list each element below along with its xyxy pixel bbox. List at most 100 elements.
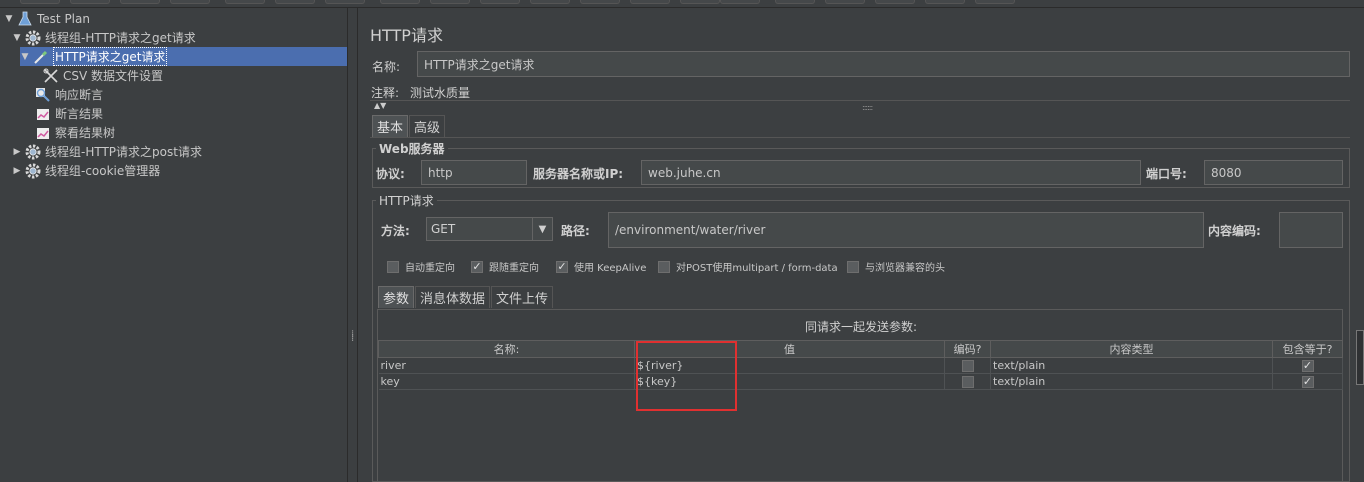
checkbox[interactable]: ✓ bbox=[471, 260, 483, 273]
tree-item-label: 线程组-HTTP请求之post请求 bbox=[45, 145, 202, 159]
column-header-name[interactable]: 名称: bbox=[378, 340, 635, 358]
comment-field[interactable]: 测试水质量 bbox=[410, 84, 470, 101]
toolbar-button[interactable] bbox=[325, 0, 365, 4]
method-select[interactable]: GET ▼ bbox=[426, 217, 553, 241]
column-header-encode[interactable]: 编码? bbox=[944, 340, 991, 358]
option-label: 自动重定向 bbox=[405, 263, 455, 274]
toolbar-button[interactable] bbox=[580, 0, 620, 4]
toolbar-button[interactable] bbox=[680, 0, 720, 4]
toolbar-button[interactable] bbox=[720, 0, 760, 4]
tab-body-data[interactable]: 消息体数据 bbox=[415, 286, 491, 308]
param-content-type[interactable]: text/plain bbox=[990, 373, 1273, 390]
toolbar-button[interactable] bbox=[775, 0, 815, 4]
scrollbar-edge[interactable] bbox=[1356, 330, 1364, 385]
page-title: HTTP请求 bbox=[370, 26, 443, 45]
tree-item-label: Test Plan bbox=[37, 11, 90, 26]
server-field[interactable]: web.juhe.cn bbox=[641, 160, 1141, 185]
toolbar-button[interactable] bbox=[825, 0, 865, 4]
gear-icon bbox=[24, 29, 42, 46]
expand-arrow-icon[interactable]: ▼ bbox=[4, 14, 14, 24]
encoding-field[interactable] bbox=[1279, 212, 1343, 248]
option-multipart[interactable]: 对POST使用multipart / form-data bbox=[658, 259, 838, 274]
tab-basic[interactable]: 基本 bbox=[372, 115, 409, 137]
tree-item-thread-group-get[interactable]: ▼ 线程组-HTTP请求之get请求 bbox=[12, 28, 196, 47]
checkbox[interactable] bbox=[961, 376, 974, 388]
tree-item-view-results-tree[interactable]: 察看结果树 bbox=[22, 123, 115, 142]
column-header-value[interactable]: 值 bbox=[634, 340, 945, 358]
param-include-equals[interactable]: ✓ bbox=[1272, 357, 1343, 374]
option-browser-headers[interactable]: 与浏览器兼容的头 bbox=[847, 259, 945, 274]
toolbar-button[interactable] bbox=[380, 0, 420, 4]
expand-arrow-icon[interactable]: ▼ bbox=[20, 52, 30, 62]
table-row[interactable]: river ${river} text/plain ✓ bbox=[378, 357, 1343, 374]
protocol-label: 协议: bbox=[376, 167, 405, 181]
option-auto-redirect[interactable]: 自动重定向 bbox=[387, 259, 455, 274]
toolbar-button[interactable] bbox=[430, 0, 470, 4]
path-field[interactable]: /environment/water/river bbox=[608, 212, 1204, 248]
checkbox[interactable] bbox=[847, 260, 859, 273]
toolbar-button[interactable] bbox=[70, 0, 110, 4]
option-label: 跟随重定向 bbox=[489, 263, 539, 274]
collapse-arrows-icon[interactable]: ▲▼ bbox=[374, 101, 386, 110]
resize-grip-icon[interactable]: :::::: bbox=[862, 103, 873, 112]
panel-splitter[interactable]: ⁞ ⁞ bbox=[349, 8, 358, 482]
tree-item-thread-group-post[interactable]: ▶ 线程组-HTTP请求之post请求 bbox=[12, 142, 202, 161]
tab-advanced[interactable]: 高级 bbox=[409, 115, 446, 137]
toolbar-button[interactable] bbox=[170, 0, 210, 4]
tree-item-response-assertion[interactable]: 响应断言 bbox=[22, 85, 103, 104]
column-header-content-type[interactable]: 内容类型 bbox=[990, 340, 1273, 358]
tree-item-label: 线程组-cookie管理器 bbox=[45, 164, 161, 178]
table-row[interactable]: key ${key} text/plain ✓ bbox=[378, 373, 1343, 390]
tab-file-upload[interactable]: 文件上传 bbox=[491, 286, 554, 308]
protocol-field[interactable]: http bbox=[421, 160, 527, 185]
toolbar-button[interactable] bbox=[630, 0, 670, 4]
checkbox[interactable]: ✓ bbox=[1301, 376, 1314, 388]
tab-parameters[interactable]: 参数 bbox=[378, 286, 415, 308]
toolbar-button[interactable] bbox=[480, 0, 520, 4]
name-field[interactable]: HTTP请求之get请求 bbox=[417, 51, 1350, 77]
expand-arrow-icon[interactable]: ▶ bbox=[12, 166, 22, 176]
toolbar-button[interactable] bbox=[120, 0, 160, 4]
method-label: 方法: bbox=[381, 224, 410, 238]
option-follow-redirect[interactable]: ✓ 跟随重定向 bbox=[471, 259, 539, 274]
expand-arrow-icon[interactable]: ▼ bbox=[12, 33, 22, 43]
tree-item-label: 察看结果树 bbox=[55, 126, 116, 140]
param-encode[interactable] bbox=[944, 373, 991, 390]
toolbar-button[interactable] bbox=[20, 0, 60, 4]
checkbox[interactable] bbox=[387, 260, 399, 273]
chevron-down-icon[interactable]: ▼ bbox=[532, 218, 552, 240]
http-request-group-title: HTTP请求 bbox=[376, 192, 437, 209]
param-include-equals[interactable]: ✓ bbox=[1272, 373, 1343, 390]
checkbox[interactable]: ✓ bbox=[1301, 360, 1314, 372]
option-keepalive[interactable]: ✓ 使用 KeepAlive bbox=[556, 259, 646, 274]
toolbar-button[interactable] bbox=[975, 0, 1015, 4]
tree-item-http-get[interactable]: ▼ HTTP请求之get请求 bbox=[20, 47, 347, 66]
toolbar-button[interactable] bbox=[925, 0, 965, 4]
param-name[interactable]: river bbox=[378, 357, 635, 374]
port-field[interactable]: 8080 bbox=[1204, 160, 1343, 185]
param-content-type[interactable]: text/plain bbox=[990, 357, 1273, 374]
toolbar-button[interactable] bbox=[530, 0, 570, 4]
tree-item-assertion-results[interactable]: 断言结果 bbox=[22, 104, 103, 123]
flask-icon bbox=[16, 10, 34, 27]
tab-divider bbox=[370, 137, 1350, 138]
toolbar-button[interactable] bbox=[225, 0, 265, 4]
param-name[interactable]: key bbox=[378, 373, 635, 390]
toolbar-button[interactable] bbox=[875, 0, 915, 4]
param-value[interactable]: ${key} bbox=[634, 373, 945, 390]
expand-arrow-icon[interactable]: ▶ bbox=[12, 147, 22, 157]
tree-item-test-plan[interactable]: ▼ Test Plan bbox=[4, 9, 90, 28]
tree-item-label: 断言结果 bbox=[55, 107, 104, 121]
tree-item-csv-config[interactable]: CSV 数据文件设置 bbox=[30, 66, 163, 85]
param-value[interactable]: ${river} bbox=[634, 357, 945, 374]
checkbox[interactable] bbox=[658, 260, 670, 273]
checkbox[interactable]: ✓ bbox=[556, 260, 568, 273]
tree-item-thread-group-cookie[interactable]: ▶ 线程组-cookie管理器 bbox=[12, 161, 160, 180]
param-encode[interactable] bbox=[944, 357, 991, 374]
server-label: 服务器名称或IP: bbox=[533, 167, 624, 181]
splitter-grip-icon[interactable]: ⁞ ⁞ bbox=[351, 330, 354, 344]
column-header-include-equals[interactable]: 包含等于? bbox=[1272, 340, 1343, 358]
toolbar-button[interactable] bbox=[275, 0, 315, 4]
checkbox[interactable] bbox=[961, 360, 974, 372]
toolbar-strip bbox=[0, 0, 1364, 8]
